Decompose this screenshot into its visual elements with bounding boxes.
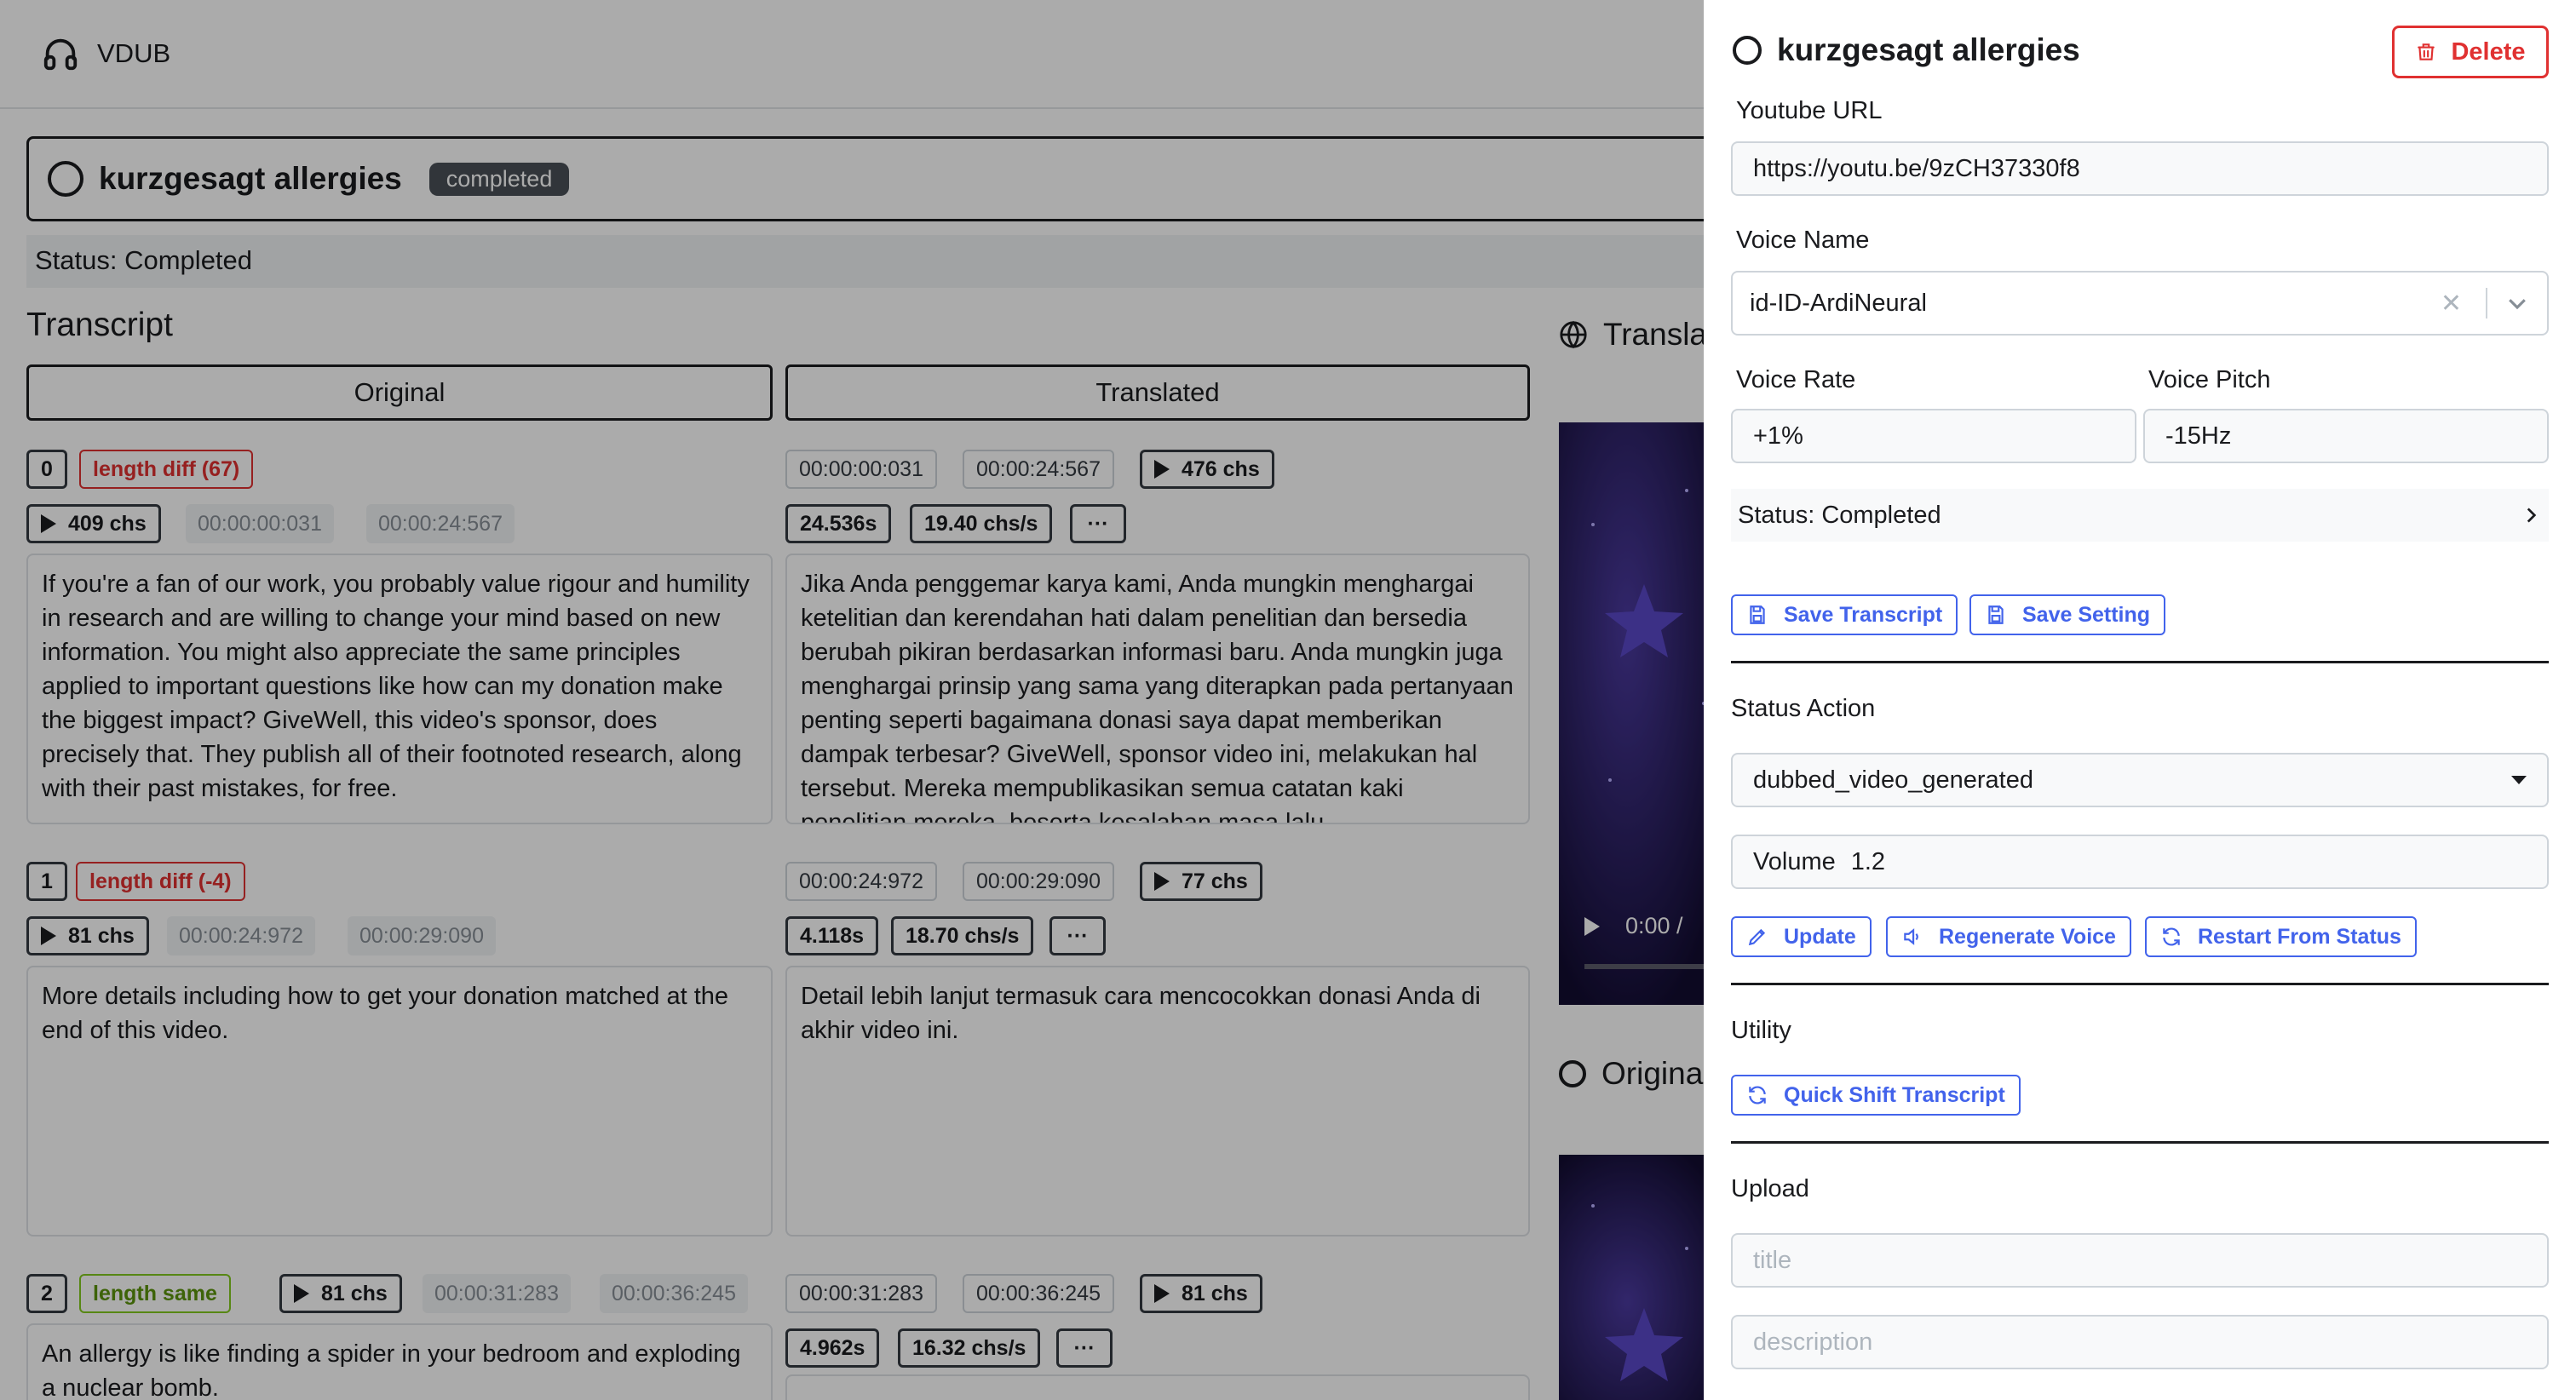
restart-from-status-button[interactable]: Restart From Status <box>2145 916 2417 957</box>
youtube-url-input[interactable]: https://youtu.be/9zCH37330f8 <box>1731 141 2549 196</box>
select-divider <box>2486 288 2487 318</box>
chevron-right-icon <box>2520 504 2542 526</box>
status-row[interactable]: Status: Completed <box>1731 489 2549 542</box>
upload-title-input[interactable]: title <box>1731 1233 2549 1288</box>
clear-icon[interactable]: ✕ <box>2441 289 2462 318</box>
utility-label: Utility <box>1731 1017 1791 1044</box>
save-transcript-button[interactable]: Save Transcript <box>1731 594 1958 635</box>
volume-label: Volume <box>1753 847 1836 875</box>
divider <box>1731 661 2549 663</box>
drawer-title: kurzgesagt allergies <box>1733 32 2080 68</box>
trash-icon <box>2415 41 2437 63</box>
speaker-icon <box>1901 926 1923 948</box>
voice-rate-input[interactable]: +1% <box>1731 409 2136 463</box>
save-icon <box>1746 604 1768 626</box>
save-icon <box>1985 604 2007 626</box>
status-action-select[interactable]: dubbed_video_generated <box>1731 753 2549 807</box>
regenerate-voice-button[interactable]: Regenerate Voice <box>1886 916 2131 957</box>
voice-rate-label: Voice Rate <box>1736 366 1856 393</box>
voice-pitch-input[interactable]: -15Hz <box>2143 409 2549 463</box>
upload-description-input[interactable]: description <box>1731 1315 2549 1369</box>
caret-down-icon <box>2511 776 2527 784</box>
update-button[interactable]: Update <box>1731 916 1872 957</box>
save-setting-button[interactable]: Save Setting <box>1969 594 2166 635</box>
voice-name-label: Voice Name <box>1736 227 1870 254</box>
divider <box>1731 983 2549 985</box>
refresh-icon <box>1746 1084 1768 1106</box>
voice-pitch-label: Voice Pitch <box>2148 366 2271 393</box>
circle-icon <box>1733 36 1762 65</box>
volume-value: 1.2 <box>1850 847 1886 875</box>
volume-field[interactable]: Volume 1.2 <box>1731 835 2549 889</box>
quick-shift-transcript-button[interactable]: Quick Shift Transcript <box>1731 1075 2021 1116</box>
delete-button[interactable]: Delete <box>2392 26 2549 78</box>
chevron-down-icon[interactable] <box>2504 290 2530 316</box>
job-settings-drawer: kurzgesagt allergies Delete Youtube URL … <box>1704 0 2576 1400</box>
voice-name-select[interactable]: id-ID-ArdiNeural ✕ <box>1731 271 2549 336</box>
status-action-label: Status Action <box>1731 695 1876 722</box>
refresh-icon <box>2160 926 2182 948</box>
pencil-icon <box>1746 926 1768 948</box>
upload-label: Upload <box>1731 1175 1809 1202</box>
divider <box>1731 1141 2549 1144</box>
youtube-url-label: Youtube URL <box>1736 97 1883 124</box>
